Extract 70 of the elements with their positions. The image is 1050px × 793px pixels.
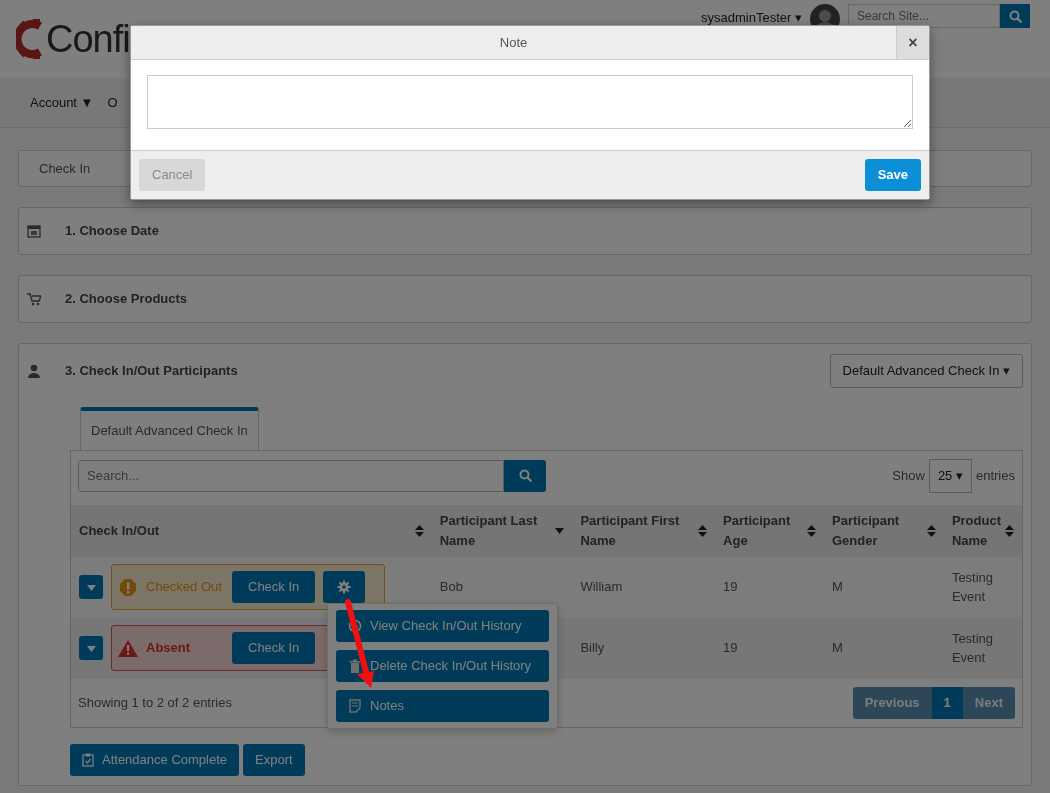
table-info: Showing 1 to 2 of 2 entries xyxy=(78,693,232,712)
menu-item[interactable]: Delete Check In/Out History xyxy=(336,650,549,682)
entries-label: entries xyxy=(975,467,1015,485)
column-label: Product Name xyxy=(951,512,1001,550)
search-field[interactable]: Search Site... xyxy=(848,4,1000,28)
person-icon xyxy=(27,363,41,378)
settings-button[interactable] xyxy=(323,571,366,603)
section-title[interactable]: 3. Check In/Out Participants xyxy=(65,361,238,381)
attendance-complete-button[interactable]: Attendance Complete xyxy=(70,743,240,776)
table-cell: Billy xyxy=(580,640,605,656)
export-button[interactable]: Export xyxy=(243,743,305,776)
table-cell: Bob xyxy=(439,579,463,595)
clipboard-icon xyxy=(82,752,94,767)
column-label: Participant Gender xyxy=(832,512,901,550)
warning-triangle-icon xyxy=(118,639,138,657)
settings-icon xyxy=(337,580,352,594)
column-header[interactable]: Participant First Name xyxy=(572,504,716,557)
column-header[interactable]: Participant Age xyxy=(715,504,824,557)
note-icon xyxy=(348,699,362,713)
note-field[interactable] xyxy=(147,75,913,129)
save-button[interactable]: Save xyxy=(864,158,921,191)
page-size-select[interactable]: 25 ▾ xyxy=(928,459,972,493)
search-icon xyxy=(1008,9,1022,23)
table-cell: 19 xyxy=(723,579,738,595)
menu-item[interactable]: View Check In/Out History xyxy=(336,610,549,642)
table-cell: 19 xyxy=(723,640,738,656)
search-button[interactable] xyxy=(504,459,546,492)
status-label: Checked Out xyxy=(146,578,223,597)
section-title[interactable]: 1. Choose Date xyxy=(65,221,159,241)
cart-icon xyxy=(27,292,41,306)
modal-title: Note xyxy=(499,34,528,50)
table-cell: Testing Event xyxy=(951,569,994,604)
nav-item[interactable]: Account ▼ xyxy=(30,92,94,113)
close-button[interactable]: × xyxy=(896,26,929,59)
caret-icon xyxy=(86,645,96,652)
column-label: Participant Last Name xyxy=(439,512,539,550)
expand-button[interactable] xyxy=(79,636,103,660)
table-cell: William xyxy=(580,579,623,595)
template-select[interactable]: Default Advanced Check In ▾ xyxy=(829,354,1023,388)
table-cell: M xyxy=(832,640,843,656)
page-button[interactable]: 1 xyxy=(931,686,963,719)
section-title[interactable]: 2. Choose Products xyxy=(65,289,188,309)
user-menu[interactable]: sysadminTester ▾ xyxy=(701,4,802,28)
calendar-icon xyxy=(27,224,41,238)
search-field[interactable]: Search... xyxy=(78,459,504,492)
column-header[interactable]: Participant Last Name xyxy=(431,504,573,557)
clock-icon xyxy=(348,619,362,633)
table-cell: Testing Event xyxy=(951,630,994,665)
breadcrumb: Check In xyxy=(39,159,91,178)
status-label: Absent xyxy=(146,639,192,658)
warning-octagon-icon xyxy=(118,578,138,596)
table-cell: M xyxy=(832,579,843,595)
column-label: Participant First Name xyxy=(580,512,681,550)
check-in-button[interactable]: Check In xyxy=(232,571,316,603)
nav-item[interactable]: O xyxy=(107,92,118,113)
expand-button[interactable] xyxy=(79,575,103,599)
column-label: Check In/Out xyxy=(79,521,160,540)
search-button[interactable] xyxy=(1000,4,1030,28)
menu-item[interactable]: Notes xyxy=(336,690,549,722)
trash-icon xyxy=(348,659,362,673)
tab[interactable]: Default Advanced Check In xyxy=(80,406,259,450)
show-label: Show xyxy=(892,467,925,485)
column-header[interactable]: Product Name xyxy=(943,504,1022,557)
column-header[interactable]: Participant Gender xyxy=(824,504,944,557)
search-icon xyxy=(518,469,532,483)
column-header[interactable]: Check In/Out xyxy=(71,504,432,557)
logo: Confi xyxy=(46,20,130,58)
caret-icon xyxy=(86,584,96,591)
check-in-button[interactable]: Check In xyxy=(232,632,316,664)
column-label: Participant Age xyxy=(723,512,792,550)
